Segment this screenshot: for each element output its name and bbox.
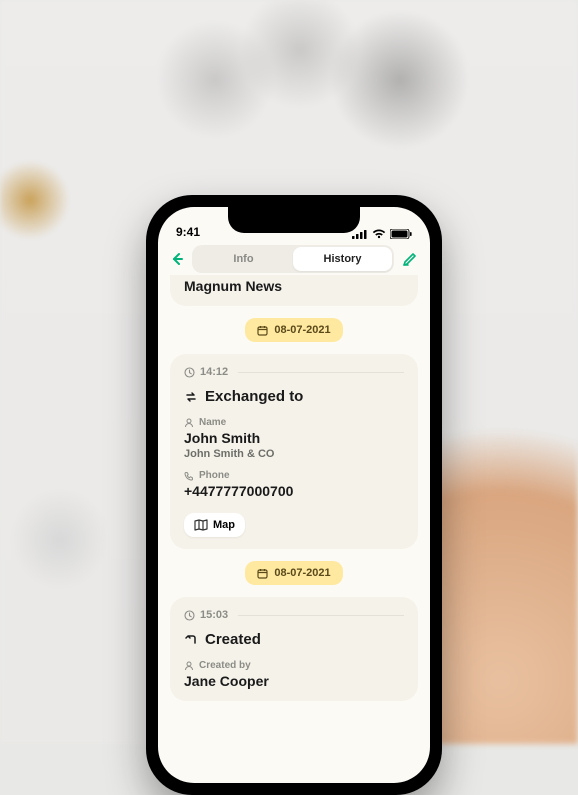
event-title: Created (184, 631, 404, 648)
clock-icon (184, 367, 195, 378)
person-icon (184, 418, 194, 428)
company-value: John Smith & CO (184, 448, 404, 460)
pencil-icon (402, 251, 418, 267)
name-label: Name (184, 417, 404, 428)
history-card-created: 15:03 Created Created by Jane Cooper (170, 597, 418, 701)
tab-switcher: Info History (192, 245, 394, 273)
phone-icon (184, 471, 194, 481)
created-by-label: Created by (184, 660, 404, 671)
phone-frame: 9:41 Info History (146, 195, 442, 795)
history-scroll[interactable]: Store Bond Street - Magnum News Map 08-0… (158, 275, 430, 783)
signal-icon (352, 229, 368, 239)
date-badge-text: 08-07-2021 (274, 324, 330, 336)
divider (238, 615, 404, 616)
event-time-text: 15:03 (200, 609, 228, 621)
tab-info[interactable]: Info (194, 247, 293, 271)
phone-screen: 9:41 Info History (158, 207, 430, 783)
date-badge-text: 08-07-2021 (274, 567, 330, 579)
date-badge: 08-07-2021 (245, 318, 342, 342)
event-time-text: 14:12 (200, 366, 228, 378)
name-value: John Smith (184, 430, 404, 446)
event-time: 15:03 (184, 609, 228, 621)
divider (238, 372, 404, 373)
edit-button[interactable] (400, 249, 420, 269)
calendar-icon (257, 325, 268, 336)
status-indicators (352, 229, 412, 239)
event-title: Exchanged to (184, 388, 404, 405)
arrow-left-icon (169, 251, 185, 267)
person-icon (184, 661, 194, 671)
calendar-icon (257, 568, 268, 579)
clock-icon (184, 610, 195, 621)
store-value: Bond Street - Magnum News (184, 275, 324, 294)
tab-history[interactable]: History (293, 247, 392, 271)
wifi-icon (372, 229, 386, 239)
date-separator: 08-07-2021 (170, 561, 418, 585)
event-title-text: Exchanged to (205, 388, 303, 405)
map-button[interactable]: Map (184, 513, 245, 537)
map-button-label: Map (213, 519, 235, 531)
status-time: 9:41 (176, 225, 200, 239)
created-by-label-text: Created by (199, 660, 251, 671)
history-card-exchanged: 14:12 Exchanged to Name John Smith John … (170, 354, 418, 549)
name-label-text: Name (199, 417, 226, 428)
created-by-value: Jane Cooper (184, 673, 404, 689)
notch (228, 207, 360, 233)
event-time: 14:12 (184, 366, 228, 378)
event-title-text: Created (205, 631, 261, 648)
history-card-partial: Store Bond Street - Magnum News Map (170, 275, 418, 306)
phone-label: Phone (184, 470, 404, 481)
map-icon (194, 519, 208, 531)
back-button[interactable] (168, 250, 186, 268)
create-icon (184, 633, 198, 647)
phone-label-text: Phone (199, 470, 230, 481)
exchange-icon (184, 390, 198, 404)
date-badge: 08-07-2021 (245, 561, 342, 585)
date-separator: 08-07-2021 (170, 318, 418, 342)
battery-icon (390, 229, 412, 239)
phone-value[interactable]: +4477777000700 (184, 483, 404, 499)
